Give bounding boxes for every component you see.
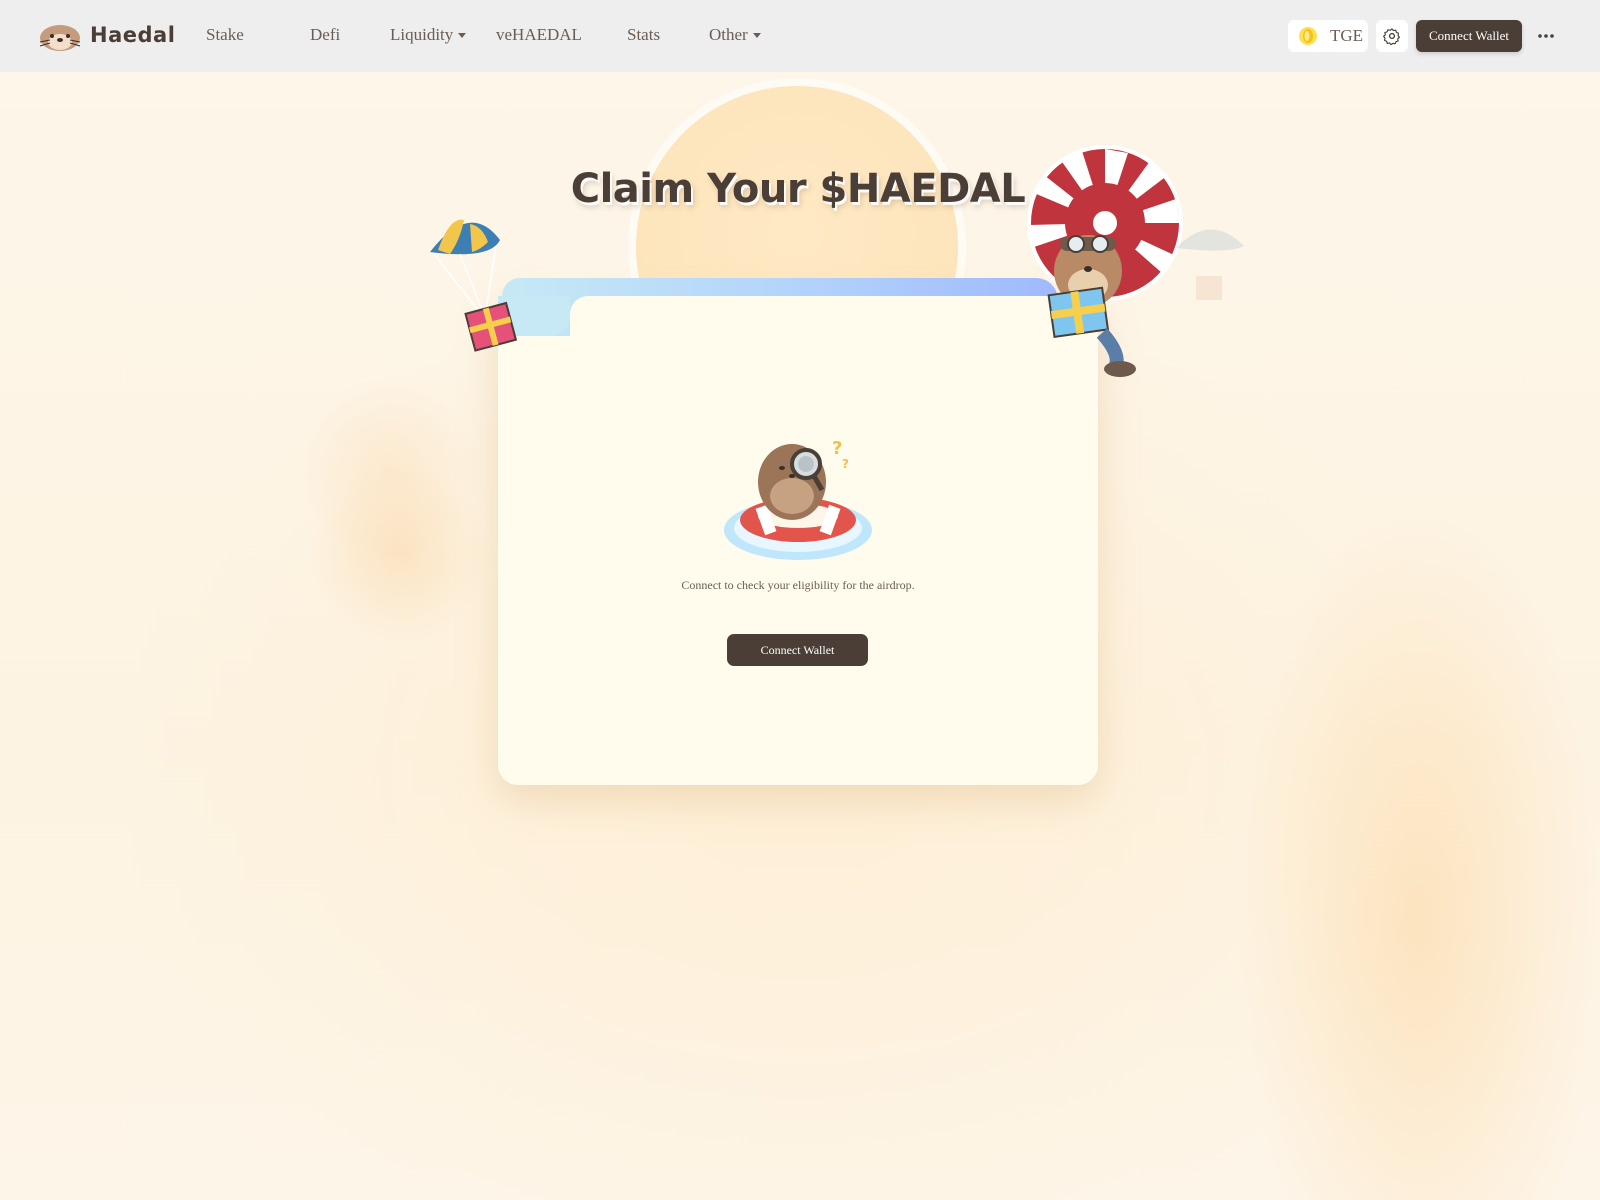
nav-item-label: veHAEDAL <box>496 25 582 44</box>
coin-icon <box>1299 27 1317 45</box>
tge-button[interactable]: TGE <box>1288 20 1368 52</box>
gear-icon <box>1383 28 1400 45</box>
more-horizontal-icon <box>1538 34 1554 38</box>
connect-wallet-main-button[interactable]: Connect Wallet <box>727 634 868 666</box>
nav-item-vehaedal[interactable]: veHAEDAL <box>496 25 582 45</box>
nav-item-label: Stats <box>627 25 661 44</box>
nav-item-stake[interactable]: Stake <box>206 25 244 45</box>
nav-item-liquidity[interactable]: Liquidity <box>390 25 467 45</box>
more-menu-button[interactable] <box>1536 22 1556 50</box>
connect-wallet-button[interactable]: Connect Wallet <box>1416 20 1522 52</box>
otter-searching-illustration: ? ? <box>724 438 872 560</box>
caret-down-icon <box>752 32 761 38</box>
nav-item-label: Defi <box>310 25 341 44</box>
top-navigation-bar: Haedal Stake Defi Liquidity veHAEDAL Sta… <box>0 0 1600 72</box>
faded-parachute-illustration <box>1176 229 1244 300</box>
nav-item-defi[interactable]: Defi <box>310 25 340 45</box>
caret-down-icon <box>458 32 467 38</box>
brand-name: Haedal <box>90 23 176 47</box>
svg-text:?: ? <box>842 457 849 471</box>
settings-button[interactable] <box>1376 20 1408 52</box>
parachute-gift-illustration <box>430 219 518 352</box>
svg-text:?: ? <box>832 438 842 459</box>
otter-logo-icon <box>39 25 81 51</box>
brand-logo[interactable]: Haedal <box>38 18 175 52</box>
nav-item-label: Other <box>709 25 748 44</box>
background-cloud <box>300 380 480 560</box>
nav-item-label: Stake <box>206 25 244 44</box>
nav-item-other[interactable]: Other <box>709 25 761 45</box>
nav-item-label: Liquidity <box>390 25 454 44</box>
tge-label: TGE <box>1330 26 1364 45</box>
eligibility-message: Connect to check your eligibility for th… <box>681 578 915 592</box>
nav-item-stats[interactable]: Stats <box>627 25 660 45</box>
